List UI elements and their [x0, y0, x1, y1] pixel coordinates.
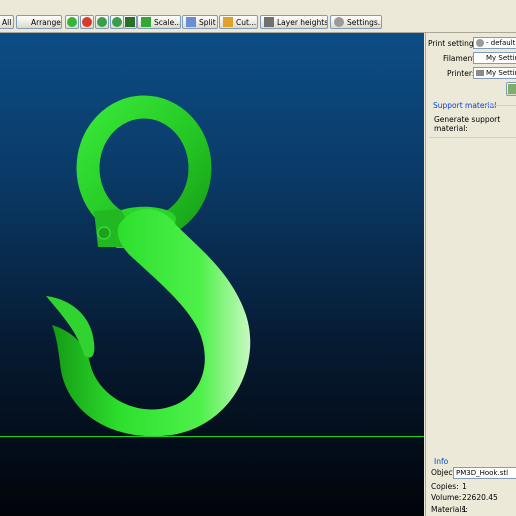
- add-icon: [67, 17, 77, 27]
- generate-support-label: Generate support: [434, 115, 501, 124]
- 3d-viewport[interactable]: [0, 33, 424, 516]
- toolbar: All Arrange Scale... Split Cut... Layer …: [0, 0, 516, 33]
- delete-icon: [82, 17, 92, 27]
- delete-button[interactable]: [80, 15, 94, 29]
- rotate-left-button[interactable]: [95, 15, 109, 29]
- split-icon: [186, 17, 196, 27]
- gear-icon: [476, 39, 484, 47]
- scale-button[interactable]: Scale...: [137, 15, 181, 29]
- split-button-label: Split: [199, 17, 216, 27]
- add-button[interactable]: [65, 15, 79, 29]
- object-value: PM3D_Hook.stl: [456, 469, 509, 477]
- layer-heights-button[interactable]: Layer heights...: [260, 15, 328, 29]
- layers-icon: [264, 17, 274, 27]
- scale-icon: [141, 17, 151, 27]
- split-button[interactable]: Split: [182, 15, 218, 29]
- settings-panel: Print settings: - default - Filament: My…: [425, 33, 516, 516]
- layer-heights-button-label: Layer heights...: [277, 17, 328, 27]
- support-divider: [484, 105, 516, 106]
- cut-button-label: Cut...: [236, 17, 257, 27]
- copies-label: Copies:: [431, 482, 459, 491]
- increase-button[interactable]: [123, 15, 137, 29]
- printer-settings-button[interactable]: [506, 82, 516, 96]
- panel-divider: [429, 137, 516, 138]
- volume-label: Volume:: [431, 493, 462, 502]
- arrange-button-label: Arrange: [31, 17, 61, 27]
- all-button[interactable]: All: [0, 15, 14, 29]
- cut-icon: [223, 17, 233, 27]
- print-settings-select[interactable]: - default -: [473, 37, 516, 49]
- hook-model[interactable]: [0, 33, 424, 516]
- printer-select[interactable]: My Settings: [473, 67, 516, 79]
- increase-icon: [125, 17, 135, 27]
- scale-button-label: Scale...: [154, 17, 181, 27]
- printer-value: My Settings: [486, 69, 516, 77]
- copies-value: 1: [462, 482, 467, 491]
- bed-edge-line: [0, 436, 424, 437]
- filament-value: My Settings: [486, 54, 516, 62]
- printer-label: Printer:: [447, 69, 475, 78]
- filament-select[interactable]: My Settings: [473, 52, 516, 64]
- arrange-button[interactable]: Arrange: [16, 15, 62, 29]
- all-button-label: All: [2, 17, 12, 27]
- materials-value: 1: [462, 505, 467, 514]
- gear-icon: [334, 17, 344, 27]
- rotate-left-icon: [97, 17, 107, 27]
- object-select[interactable]: PM3D_Hook.stl: [453, 467, 516, 479]
- print-settings-value: - default -: [486, 39, 516, 47]
- generate-support-label-2: material:: [434, 124, 468, 133]
- printer-icon: [476, 70, 484, 76]
- info-title: Info: [434, 457, 449, 466]
- volume-value: 22620.45: [462, 493, 498, 502]
- settings-button-label: Settings...: [347, 17, 382, 27]
- rotate-right-button[interactable]: [110, 15, 124, 29]
- wrench-icon: [508, 84, 516, 94]
- settings-button[interactable]: Settings...: [330, 15, 382, 29]
- rotate-right-icon: [112, 17, 122, 27]
- cut-button[interactable]: Cut...: [219, 15, 258, 29]
- hook-pin: [97, 226, 111, 240]
